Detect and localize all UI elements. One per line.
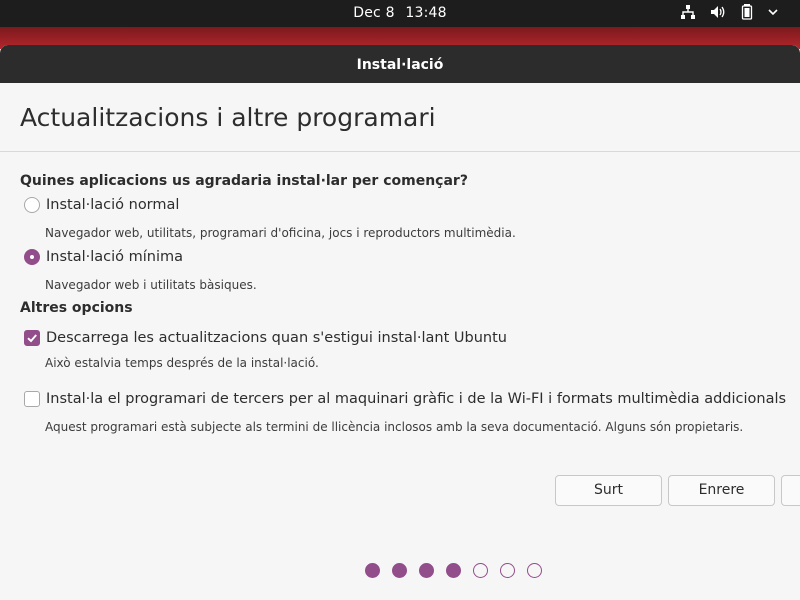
apps-question-heading: Quines aplicacions us agradaria instal·l… <box>20 173 468 189</box>
checkmark-icon <box>27 334 37 343</box>
normal-installation-option[interactable]: Instal·lació normal <box>24 197 179 213</box>
quit-button[interactable]: Surt <box>555 475 662 506</box>
progress-dot <box>473 563 488 578</box>
normal-installation-label[interactable]: Instal·lació normal <box>46 197 179 213</box>
minimal-installation-radio[interactable] <box>24 249 40 265</box>
top-bar: Dec 8 13:48 <box>0 0 800 27</box>
network-icon <box>680 4 696 20</box>
volume-icon <box>710 4 726 20</box>
installer-window: Instal·lació Actualitzacions i altre pro… <box>0 45 800 600</box>
system-tray[interactable] <box>680 4 778 20</box>
minimal-installation-label[interactable]: Instal·lació mínima <box>46 249 183 265</box>
system-menu-icon <box>768 4 778 20</box>
minimal-installation-description: Navegador web i utilitats bàsiques. <box>45 278 257 292</box>
progress-dot <box>500 563 515 578</box>
progress-dot <box>419 563 434 578</box>
header-divider <box>0 151 800 152</box>
progress-dot <box>392 563 407 578</box>
continue-button[interactable] <box>781 475 800 506</box>
window-title: Instal·lació <box>356 57 444 73</box>
date-label: Dec 8 <box>353 5 395 21</box>
third-party-software-label[interactable]: Instal·la el programari de tercers per a… <box>46 391 786 407</box>
progress-dot <box>365 563 380 578</box>
download-updates-description: Això estalvia temps després de la instal… <box>45 356 319 370</box>
download-updates-option[interactable]: Descarrega les actualitzacions quan s'es… <box>24 330 507 346</box>
time-label: 13:48 <box>405 5 447 21</box>
third-party-software-checkbox[interactable] <box>24 391 40 407</box>
third-party-software-option[interactable]: Instal·la el programari de tercers per a… <box>24 391 786 407</box>
battery-icon <box>740 4 754 20</box>
back-button[interactable]: Enrere <box>668 475 775 506</box>
normal-installation-radio[interactable] <box>24 197 40 213</box>
minimal-installation-option[interactable]: Instal·lació mínima <box>24 249 183 265</box>
other-options-heading: Altres opcions <box>20 300 133 316</box>
page-title: Actualitzacions i altre programari <box>20 103 436 132</box>
download-updates-label[interactable]: Descarrega les actualitzacions quan s'es… <box>46 330 507 346</box>
window-titlebar[interactable]: Instal·lació <box>0 45 800 83</box>
third-party-software-description: Aquest programari està subjecte als term… <box>45 420 744 434</box>
download-updates-checkbox[interactable] <box>24 330 40 346</box>
step-progress-indicator <box>365 563 542 578</box>
progress-dot <box>527 563 542 578</box>
normal-installation-description: Navegador web, utilitats, programari d'o… <box>45 226 516 240</box>
progress-dot <box>446 563 461 578</box>
